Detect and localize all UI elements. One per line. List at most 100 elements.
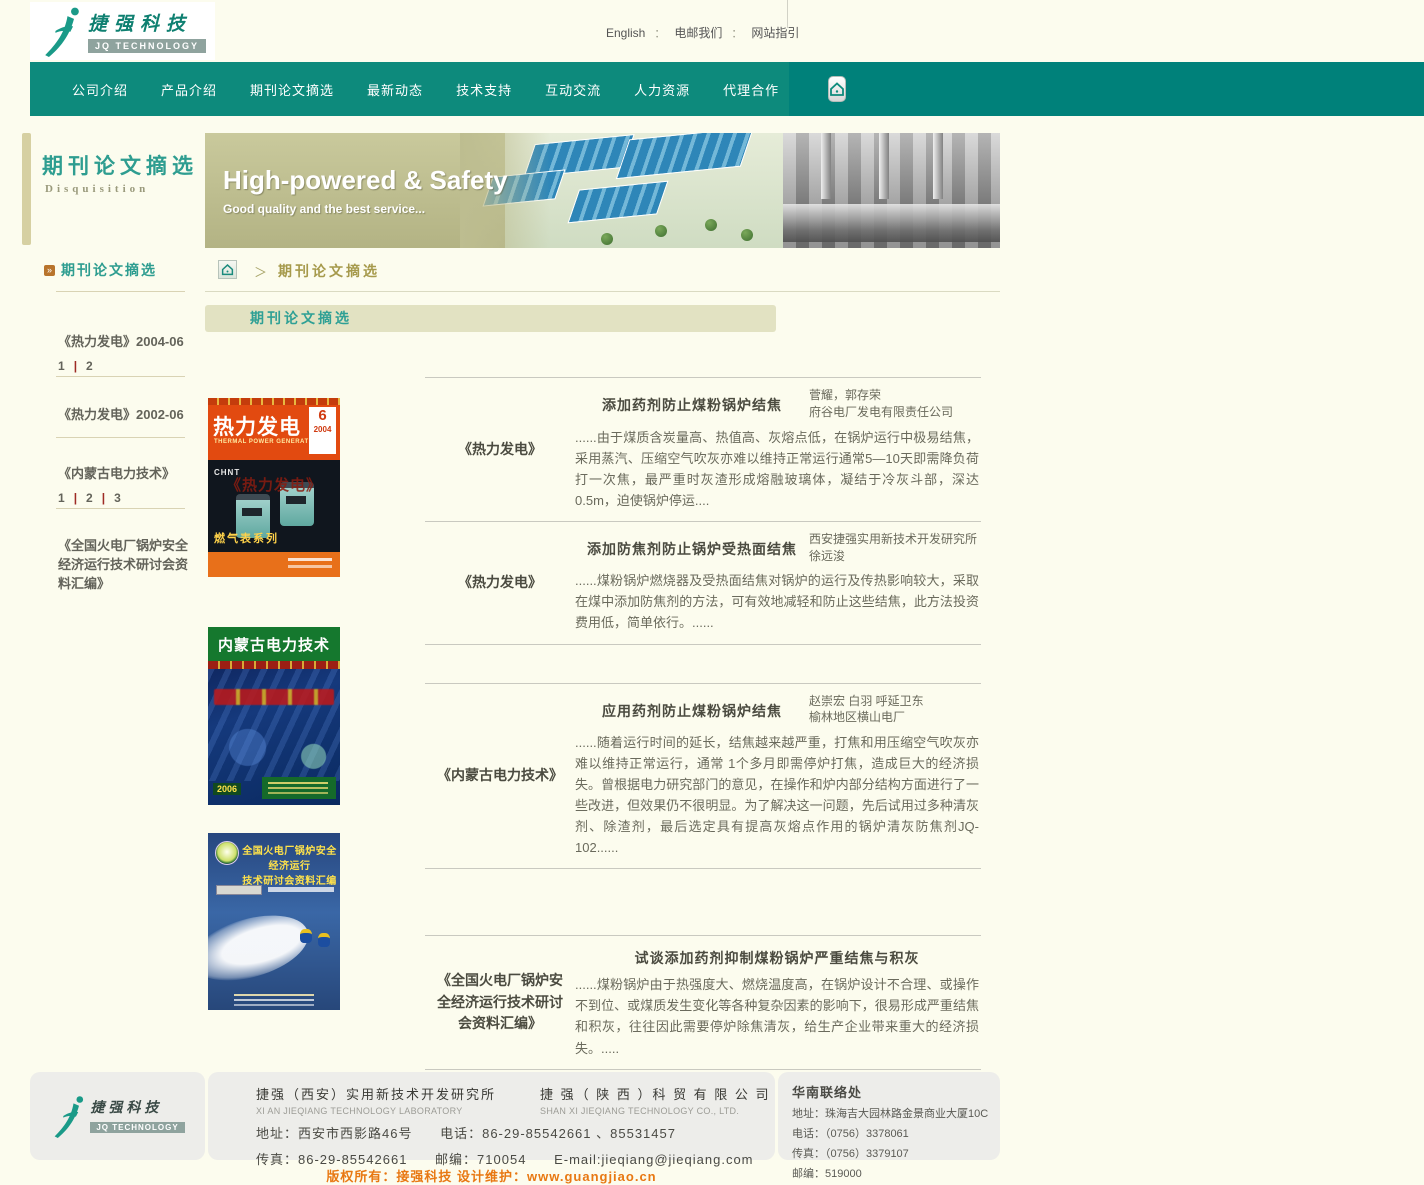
- article-row: 《内蒙古电力技术》 应用药剂防止煤粉锅炉结焦 赵崇宏 白羽 呼延卫东 榆林地区横…: [425, 684, 981, 870]
- page-separator: |: [74, 491, 77, 505]
- tree: [741, 229, 753, 241]
- south-office-title: 华南联络处: [792, 1082, 986, 1101]
- worker-figure: [318, 933, 330, 947]
- footer-contact-box: 捷强（西安）实用新技术开发研究所 XI AN JIEQIANG TECHNOLO…: [208, 1072, 775, 1160]
- page-link-3[interactable]: 3: [114, 491, 121, 505]
- section-header: 期刊论文摘选: [205, 305, 776, 332]
- page-link-2[interactable]: 2: [86, 359, 93, 373]
- page-link-1[interactable]: 1: [58, 491, 65, 505]
- sidebar-menu-item[interactable]: » 期刊论文摘选: [44, 260, 157, 280]
- company-2-name-en: SHAN XI JIEQIANG TECHNOLOGY CO., LTD.: [540, 1106, 771, 1116]
- article-group-2: 《内蒙古电力技术》 应用药剂防止煤粉锅炉结焦 赵崇宏 白羽 呼延卫东 榆林地区横…: [425, 683, 981, 870]
- page-link-2[interactable]: 2: [86, 491, 93, 505]
- breadcrumb-separator: ＞: [254, 262, 267, 281]
- header-links: English ： 电邮我们 ： 网站指引: [606, 24, 799, 41]
- company-1: 捷强（西安）实用新技术开发研究所 XI AN JIEQIANG TECHNOLO…: [256, 1084, 496, 1116]
- cover-masthead-en: THERMAL POWER GENERATION: [214, 439, 321, 445]
- home-icon: [829, 81, 845, 97]
- cover-year: 2006: [213, 783, 241, 795]
- article-list: 《热力发电》 添加药剂防止煤粉锅炉结焦 菅耀，郭存荣 府谷电厂发电有限责任公司 …: [425, 377, 981, 1070]
- article-group-1: 《热力发电》 添加药剂防止煤粉锅炉结焦 菅耀，郭存荣 府谷电厂发电有限责任公司 …: [425, 377, 981, 645]
- nav-item-company[interactable]: 公司介绍: [72, 80, 128, 99]
- article-authors: 赵崇宏 白羽 呼延卫东 榆林地区横山电厂: [809, 692, 979, 727]
- article-title[interactable]: 应用药剂防止煤粉锅炉结焦: [575, 692, 809, 721]
- nav-item-interaction[interactable]: 互动交流: [545, 80, 601, 99]
- issue-year: 2004: [309, 425, 336, 434]
- header-link-separator: ：: [654, 25, 665, 41]
- company-1-name-en: XI AN JIEQIANG TECHNOLOGY LABORATORY: [256, 1106, 496, 1116]
- tree: [705, 219, 717, 231]
- header-divider-line: [787, 0, 788, 28]
- home-button[interactable]: [828, 76, 846, 102]
- header-link-separator: ：: [731, 25, 742, 41]
- banner-slogan: High-powered & Safety Good quality and t…: [223, 165, 508, 216]
- pipe: [821, 133, 831, 199]
- page-separator: |: [102, 491, 105, 505]
- steam-jet-image: [208, 904, 316, 993]
- nav-item-news[interactable]: 最新动态: [367, 80, 423, 99]
- breadcrumb-home-button[interactable]: [218, 260, 237, 279]
- article-row: 《热力发电》 添加药剂防止煤粉锅炉结焦 菅耀，郭存荣 府谷电厂发电有限责任公司 …: [425, 378, 981, 522]
- article-title[interactable]: 试谈添加药剂抑制煤粉锅炉严重结焦与积灰: [575, 944, 979, 968]
- cover-footer: [208, 552, 340, 577]
- emblem-icon: [215, 841, 239, 865]
- journal-cover-nmgdljs: 内蒙古电力技术 2006: [208, 627, 340, 805]
- article-group-3: 《全国火电厂锅炉安全经济运行技术研讨会资料汇编》 试谈添加药剂抑制煤粉锅炉严重结…: [425, 935, 981, 1069]
- sidebar-item-nmgdljs[interactable]: 《内蒙古电力技术》: [58, 465, 188, 484]
- article-abstract: ......由于煤质含炭量高、热值高、灰熔点低，在锅炉运行中极易结焦，采用蒸汽、…: [575, 427, 979, 511]
- nav-item-agency[interactable]: 代理合作: [723, 80, 779, 99]
- site-logo[interactable]: 捷强科技 JQ TECHNOLOGY: [30, 2, 215, 60]
- main-nav: 公司介绍 产品介绍 期刊论文摘选 最新动态 技术支持 互动交流 人力资源 代理合…: [30, 62, 1424, 116]
- issue-number: 6: [309, 407, 336, 425]
- sidebar-accent-bar: [22, 133, 31, 245]
- header-link-english[interactable]: English: [606, 26, 645, 40]
- nav-item-tech-support[interactable]: 技术支持: [456, 80, 512, 99]
- article-abstract: ......随着运行时间的延长，结焦越来越严重，打焦和用压缩空气吹灰亦难以维持正…: [575, 732, 979, 858]
- cover-strip: [208, 661, 340, 669]
- article-row: 《全国火电厂锅炉安全经济运行技术研讨会资料汇编》 试谈添加药剂抑制煤粉锅炉严重结…: [425, 936, 981, 1069]
- header-link-site-guide[interactable]: 网站指引: [751, 24, 799, 41]
- cover-masthead: 内蒙古电力技术: [218, 634, 330, 655]
- proceedings-cover: 全国火电厂锅炉安全经济运行 技术研讨会资料汇编: [208, 833, 340, 1010]
- article-journal: 《热力发电》: [425, 378, 575, 521]
- sidebar-title: 期刊论文摘选: [42, 150, 198, 180]
- cover-header: 内蒙古电力技术: [208, 627, 340, 661]
- logo-text-cn: 捷强科技: [88, 9, 206, 36]
- company-1-name: 捷强（西安）实用新技术开发研究所: [256, 1084, 496, 1103]
- cover-text-line: [268, 887, 334, 892]
- sidebar-item-rlfd-2002[interactable]: 《热力发电》2002-06: [58, 406, 188, 425]
- article-abstract: ......煤粉锅炉由于热强度大、燃烧温度高，在锅炉设计不合理、或操作不到位、或…: [575, 974, 979, 1058]
- article-journal: 《全国火电厂锅炉安全经济运行技术研讨会资料汇编》: [425, 936, 575, 1068]
- sidebar-divider: [56, 376, 185, 377]
- page-link-1[interactable]: 1: [58, 359, 65, 373]
- article-title[interactable]: 添加药剂防止煤粉锅炉结焦: [575, 386, 809, 415]
- nav-item-journal-abstracts[interactable]: 期刊论文摘选: [250, 80, 334, 99]
- cover-masthead: 热力发电: [213, 411, 301, 441]
- footer-email[interactable]: E-mail:jieqiang@jieqiang.com: [554, 1152, 753, 1167]
- article-title[interactable]: 添加防焦剂防止锅炉受热面结焦: [575, 530, 809, 559]
- sidebar-subtitle: Disquisition: [45, 183, 149, 195]
- copyright-notice[interactable]: 版权所有：接强科技 设计维护：www.guangjiao.cn: [208, 1166, 775, 1185]
- logo-swoosh-icon: [38, 5, 84, 57]
- main-nav-inner: 公司介绍 产品介绍 期刊论文摘选 最新动态 技术支持 互动交流 人力资源 代理合…: [30, 62, 789, 116]
- pipe: [783, 204, 1000, 242]
- breadcrumb[interactable]: 期刊论文摘选: [278, 261, 380, 281]
- worker-figure: [300, 929, 312, 943]
- sidebar-item-proceedings[interactable]: 《全国火电厂锅炉安全经济运行技术研讨会资料汇编》: [58, 537, 188, 594]
- pipe: [933, 133, 943, 199]
- sidebar-item-rlfd-2004[interactable]: 《热力发电》2004-06: [58, 333, 188, 352]
- banner-pipes-image: [783, 133, 1000, 248]
- author-line: 府谷电厂发电有限责任公司: [809, 404, 979, 421]
- nav-item-products[interactable]: 产品介绍: [161, 80, 217, 99]
- footer-logo-cn: 捷强科技: [90, 1097, 184, 1117]
- pipe: [879, 133, 889, 199]
- author-line: 徐远浚: [809, 549, 845, 563]
- logo-text-en: JQ TECHNOLOGY: [88, 39, 206, 53]
- nav-item-hr[interactable]: 人力资源: [634, 80, 690, 99]
- footer-address: 地址：西安市西影路46号: [256, 1126, 412, 1141]
- sidebar-divider: [56, 291, 185, 292]
- article-journal: 《热力发电》: [425, 522, 575, 644]
- header-link-email-us[interactable]: 电邮我们: [674, 24, 722, 41]
- hero-banner: High-powered & Safety Good quality and t…: [205, 133, 1000, 248]
- footer-south-office-box: 华南联络处 地址：珠海吉大园林路金景商业大厦10C 电话：（0756）33780…: [778, 1072, 1000, 1160]
